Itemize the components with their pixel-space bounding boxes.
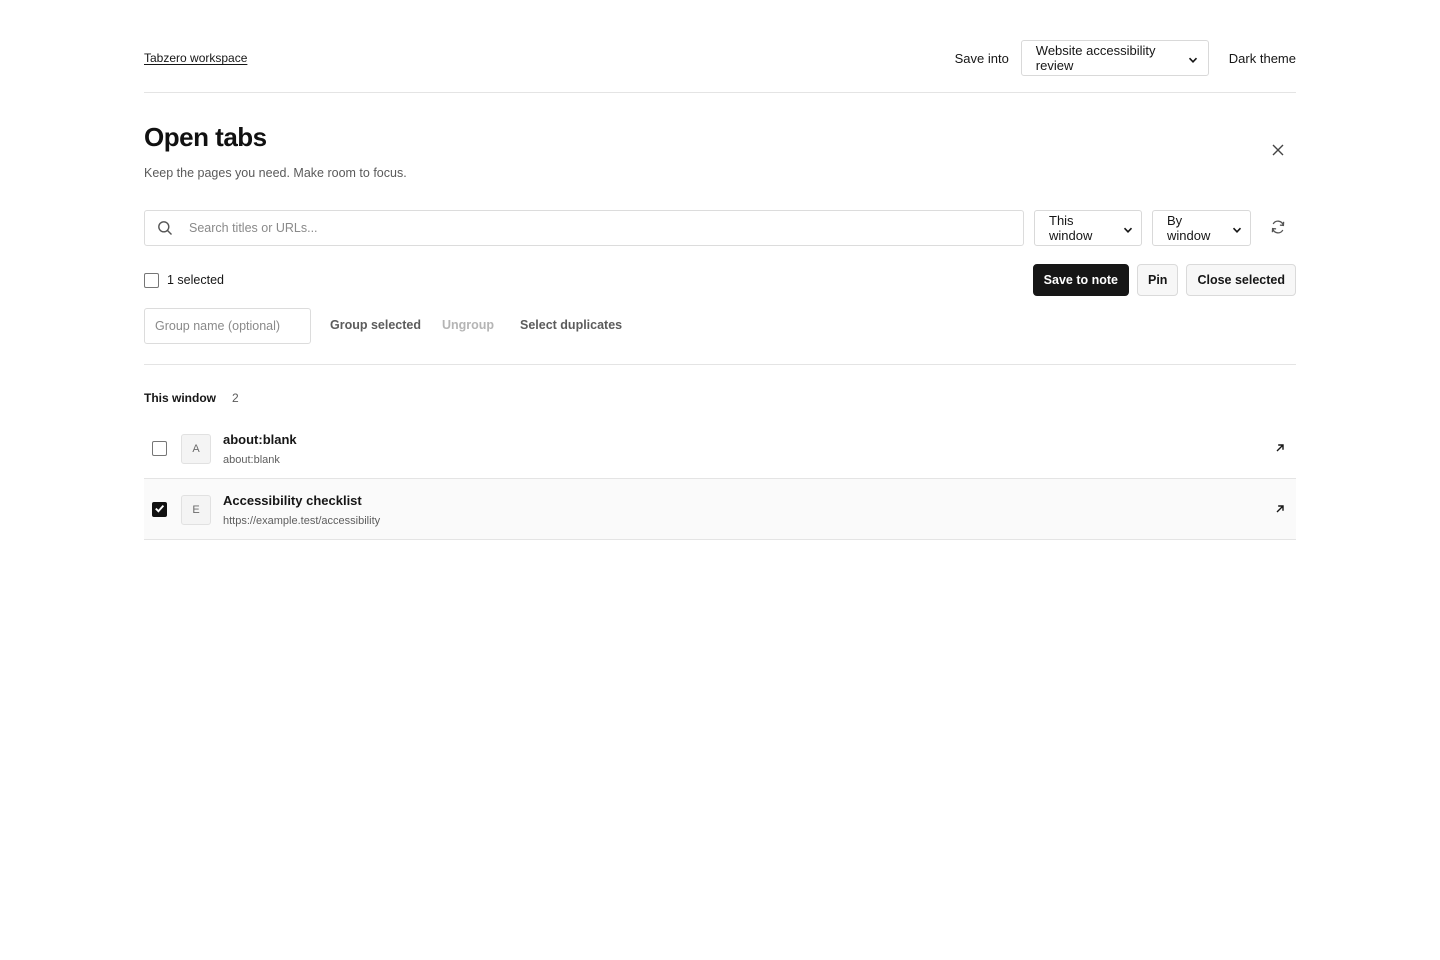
group-name-field (144, 308, 311, 344)
save-into-label: Save into (954, 50, 1009, 66)
workspace-link[interactable]: Tabzero workspace (144, 51, 247, 65)
window-group-header: This window 2 (144, 391, 239, 405)
select-duplicates-button[interactable]: Select duplicates (520, 318, 622, 332)
chevron-down-icon (1188, 53, 1198, 63)
chevron-down-icon (1232, 223, 1242, 233)
close-icon (1272, 144, 1284, 159)
tab-row[interactable]: A about:blank about:blank (144, 418, 1296, 479)
save-to-note-button[interactable]: Save to note (1032, 264, 1129, 296)
close-selected-button[interactable]: Close selected (1186, 264, 1296, 296)
search-input[interactable] (189, 221, 989, 235)
section-divider (144, 364, 1296, 365)
grouping-select[interactable]: By window (1152, 210, 1251, 246)
favicon-placeholder: E (181, 495, 211, 525)
save-into-value: Website accessibility review (1035, 43, 1156, 73)
open-tab-button[interactable] (1272, 501, 1288, 517)
dark-theme-toggle[interactable]: Dark theme (1229, 51, 1296, 66)
tabzero-page: Tabzero workspace Save into Website acce… (0, 0, 1440, 960)
arrow-up-right-icon (1275, 502, 1285, 517)
page-subtitle: Keep the pages you need. Make room to fo… (144, 166, 407, 180)
grouping-value: By window (1167, 213, 1211, 243)
arrow-up-right-icon (1275, 441, 1285, 456)
page-title: Open tabs (144, 122, 267, 152)
tab-row[interactable]: E Accessibility checklist https://exampl… (144, 479, 1296, 540)
selected-count: 1 selected (167, 273, 224, 287)
favicon-placeholder: A (181, 434, 211, 464)
tab-url: https://example.test/accessibility (223, 515, 381, 527)
window-scope-value: This window (1049, 213, 1093, 243)
tab-list: A about:blank about:blank E Accessibilit… (144, 418, 1296, 540)
select-all: 1 selected (144, 270, 224, 290)
check-icon (154, 502, 165, 517)
select-all-checkbox[interactable] (144, 272, 159, 288)
window-scope-select[interactable]: This window (1034, 210, 1142, 246)
top-bar: Tabzero workspace Save into Website acce… (144, 40, 1296, 76)
ungroup-button[interactable]: Ungroup (442, 318, 494, 332)
top-right-controls: Save into Website accessibility review D… (955, 40, 1296, 76)
tab-title: Accessibility checklist (223, 493, 362, 508)
group-name-input[interactable] (155, 319, 305, 333)
selection-actions: Save to note Pin Close selected (1032, 264, 1296, 296)
chevron-down-icon (1123, 223, 1133, 233)
group-count: 2 (232, 391, 239, 405)
pin-button[interactable]: Pin (1137, 264, 1179, 296)
tab-title: about:blank (223, 432, 297, 447)
group-selected-button[interactable]: Group selected (330, 318, 421, 332)
tab-url: about:blank (223, 454, 280, 466)
refresh-button[interactable] (1268, 218, 1288, 238)
refresh-icon (1270, 219, 1286, 238)
save-into-select[interactable]: Website accessibility review (1020, 40, 1209, 76)
tab-checkbox[interactable] (152, 441, 167, 456)
close-button[interactable] (1268, 141, 1288, 161)
open-tab-button[interactable] (1272, 440, 1288, 456)
top-divider (144, 92, 1296, 93)
tab-checkbox[interactable] (152, 502, 167, 517)
search-box (144, 210, 1024, 246)
group-title: This window (144, 391, 216, 405)
search-icon (157, 220, 173, 236)
